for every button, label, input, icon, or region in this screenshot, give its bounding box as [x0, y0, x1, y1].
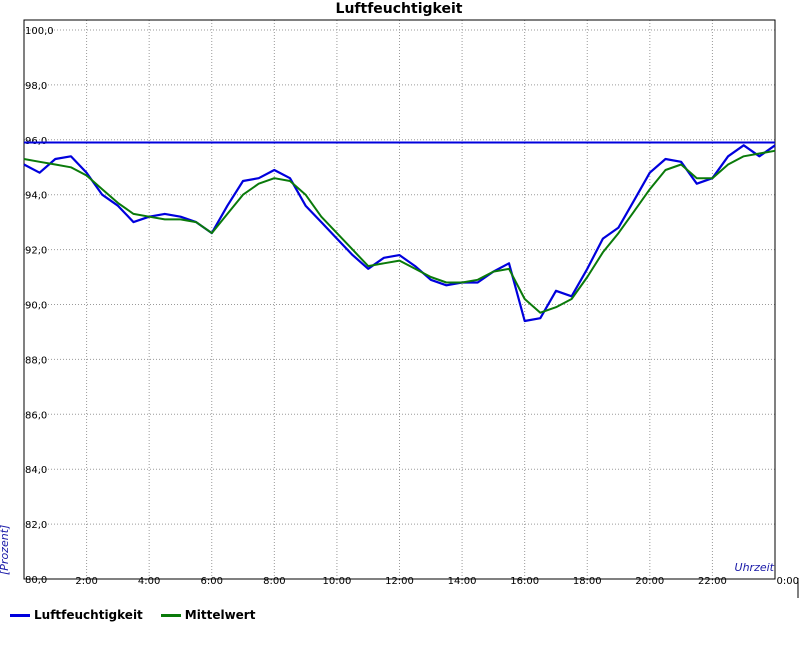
x-tick-label: 0:00: [777, 576, 799, 587]
y-tick-label: 86,0: [25, 410, 47, 421]
x-tick-label: 4:00: [138, 576, 160, 587]
x-tick-label: 12:00: [385, 576, 414, 587]
x-axis-label: Uhrzeit: [735, 561, 775, 574]
y-tick-label: 88,0: [25, 355, 47, 366]
legend-label-luftfeuchtigkeit: Luftfeuchtigkeit: [34, 608, 143, 622]
x-tick-label: 22:00: [698, 576, 727, 587]
chart: Luftfeuchtigkeit 82,0 84,0 86,0 88,0 90,0 92,…: [0, 0, 800, 650]
y-tick-label-min: 80,0: [25, 575, 47, 586]
legend-label-mittelwert: Mittelwert: [184, 608, 256, 622]
y-tick-label: 94,0: [25, 191, 47, 202]
y-tick-label: 84,0: [25, 465, 47, 476]
x-tick-label: 6:00: [201, 576, 223, 587]
y-tick-label: 90,0: [25, 301, 47, 312]
x-tick-label: 18:00: [573, 576, 602, 587]
y-tick-label: 98,0: [25, 81, 47, 92]
x-tick-label: 16:00: [510, 576, 539, 587]
legend-swatch-blue: [10, 613, 30, 617]
chart-title: Luftfeuchtigkeit: [336, 1, 463, 17]
legend: Luftfeuchtigkeit Mittelwert: [10, 608, 255, 622]
legend-item-mittelwert: Mittelwert: [160, 608, 256, 622]
x-tick-label: 2:00: [75, 576, 97, 587]
y-axis-label: [Prozent]: [0, 525, 11, 575]
x-tick-label: 14:00: [448, 576, 477, 587]
y-tick-label: 96,0: [25, 136, 47, 147]
y-tick-label: 100,0: [25, 26, 54, 37]
legend-swatch-green: [160, 613, 181, 617]
legend-item-luftfeuchtigkeit: Luftfeuchtigkeit: [10, 608, 143, 622]
x-tick-label: 8:00: [263, 576, 285, 587]
chart-background: [0, 0, 800, 650]
y-tick-label: 92,0: [25, 246, 47, 257]
y-tick-label: 82,0: [25, 520, 47, 531]
x-tick-label: 20:00: [635, 576, 664, 587]
x-tick-label: 10:00: [323, 576, 352, 587]
